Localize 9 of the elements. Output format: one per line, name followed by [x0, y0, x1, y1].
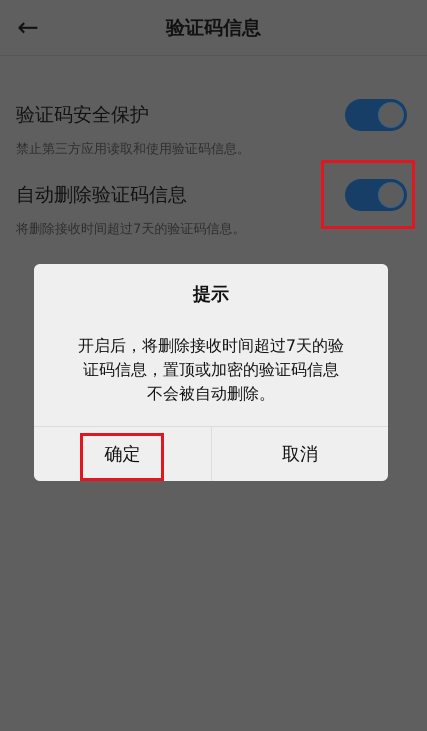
setting-label: 验证码安全保护: [16, 103, 149, 128]
setting-label: 自动删除验证码信息: [16, 183, 187, 208]
toggle-switch[interactable]: [345, 179, 407, 211]
dialog-button[interactable]: 确定: [34, 427, 210, 481]
dialog-title: 提示: [192, 283, 230, 307]
dialog-message: 开启后，将删除接收时间超过7天的验证码信息，置顶或加密的验证码信息不会被自动删除。: [76, 335, 346, 405]
dialog-button[interactable]: 取消: [212, 427, 388, 481]
toggle-switch[interactable]: [345, 99, 407, 131]
page-title: 验证码信息: [164, 16, 262, 40]
